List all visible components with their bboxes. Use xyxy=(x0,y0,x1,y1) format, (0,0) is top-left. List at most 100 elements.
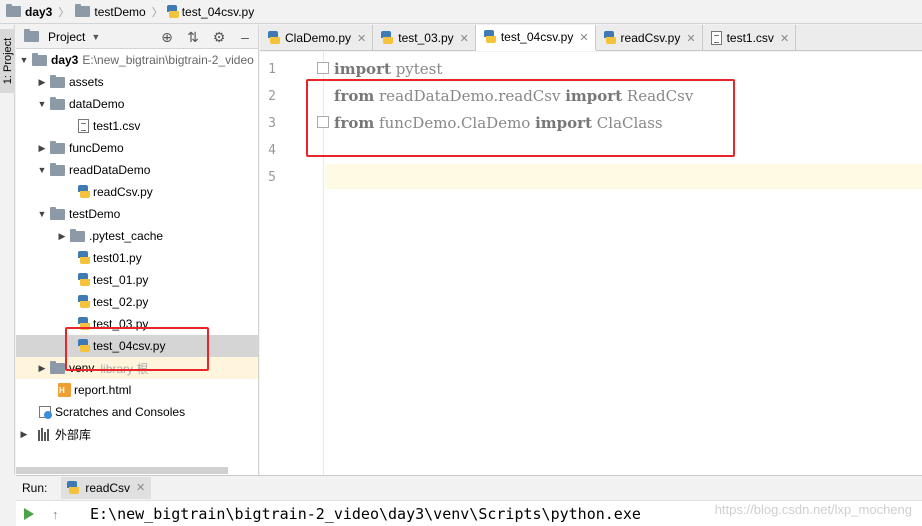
project-horizontal-scrollbar[interactable] xyxy=(16,465,258,475)
tree-item-label: 外部库 xyxy=(55,427,92,442)
project-tree: ▼ day3 E:\new_bigtrain\bigtrain-2_video … xyxy=(16,49,258,445)
chevron-right-icon[interactable]: ▶ xyxy=(56,231,68,242)
run-label: Run: xyxy=(22,480,48,495)
close-icon[interactable]: ✕ xyxy=(460,32,469,45)
python-file-icon xyxy=(78,295,90,309)
project-tool-tab[interactable]: 1: Project xyxy=(0,29,15,93)
chevron-down-icon[interactable]: ▼ xyxy=(36,99,48,109)
tree-item-venv[interactable]: ▶ venv library 根 xyxy=(16,357,258,379)
tree-item-datademo[interactable]: ▼ dataDemo xyxy=(16,93,258,115)
tree-item-label: Scratches and Consoles xyxy=(55,405,186,419)
code-editor[interactable]: 1 2 3 4 5 import pytest from readDataDem… xyxy=(260,52,922,475)
tree-item-label: report.html xyxy=(74,383,132,397)
breadcrumb-item-day3[interactable]: day3 xyxy=(4,0,56,24)
tab-label: test_03.py xyxy=(398,31,454,45)
gear-icon[interactable]: ⚙ xyxy=(206,29,232,46)
close-icon[interactable]: ✕ xyxy=(579,31,588,44)
tree-item-label: day3 xyxy=(51,53,79,67)
chevron-down-icon[interactable]: ▼ xyxy=(18,55,30,65)
chevron-right-icon[interactable]: ▶ xyxy=(36,363,48,374)
tab-label: test_04csv.py xyxy=(500,30,574,44)
close-icon[interactable]: ✕ xyxy=(780,32,789,45)
tree-item-test-01-py[interactable]: test_01.py xyxy=(16,269,258,291)
tree-item-pytest-cache[interactable]: ▶ .pytest_cache xyxy=(16,225,258,247)
rerun-icon[interactable] xyxy=(24,508,34,520)
tree-item-test-04csv-py[interactable]: test_04csv.py xyxy=(16,335,258,357)
tab-test-03[interactable]: test_03.py ✕ xyxy=(373,25,476,51)
chevron-right-icon[interactable]: ▶ xyxy=(36,143,48,154)
current-line-highlight xyxy=(325,164,922,189)
watermark-text: https://blog.csdn.net/lxp_mocheng xyxy=(714,502,912,517)
tree-item-label: test_03.py xyxy=(93,317,149,331)
chevron-down-icon[interactable]: ▼ xyxy=(91,32,100,42)
run-console[interactable]: ↑ E:\new_bigtrain\bigtrain-2_video\day3\… xyxy=(16,500,922,526)
chevron-right-icon[interactable]: ▶ xyxy=(18,429,30,440)
folder-icon xyxy=(70,228,85,242)
arrow-up-icon[interactable]: ↑ xyxy=(52,507,59,522)
line-number: 5 xyxy=(268,170,276,185)
scrollbar-thumb[interactable] xyxy=(16,467,228,474)
tree-item-readcsv-py[interactable]: readCsv.py xyxy=(16,181,258,203)
tool-window-strip: 1: Project xyxy=(0,25,15,475)
tree-item-test-02-py[interactable]: test_02.py xyxy=(16,291,258,313)
tree-item-report-html[interactable]: report.html xyxy=(16,379,258,401)
line-number: 2 xyxy=(268,89,276,104)
python-file-icon xyxy=(603,31,616,45)
tab-test-04csv[interactable]: test_04csv.py ✕ xyxy=(475,25,596,51)
tree-item-readdatademo[interactable]: ▼ readDataDemo xyxy=(16,159,258,181)
chevron-right-icon[interactable]: ▶ xyxy=(36,77,48,88)
tab-read-csv[interactable]: readCsv.py ✕ xyxy=(596,25,703,51)
python-file-icon xyxy=(78,273,90,287)
tree-item-scratches[interactable]: Scratches and Consoles xyxy=(16,401,258,423)
folder-icon xyxy=(50,162,65,176)
python-file-icon xyxy=(268,31,280,45)
locate-icon[interactable]: ⊕ xyxy=(154,29,180,46)
hide-icon[interactable]: – xyxy=(232,29,258,45)
html-file-icon xyxy=(58,383,71,397)
line-number: 3 xyxy=(268,116,276,131)
tree-item-label: assets xyxy=(69,75,104,89)
folder-icon xyxy=(75,4,91,17)
tree-item-funcdemo[interactable]: ▶ funcDemo xyxy=(16,137,258,159)
close-icon[interactable]: ✕ xyxy=(136,481,145,494)
close-icon[interactable]: ✕ xyxy=(357,32,366,45)
library-root-tag: library 根 xyxy=(100,361,149,376)
project-view-selector[interactable]: Project xyxy=(48,30,85,44)
folder-icon xyxy=(32,52,47,66)
code-line-1: import pytest xyxy=(334,60,442,78)
tree-item-assets[interactable]: ▶ assets xyxy=(16,71,258,93)
tree-item-label: readDataDemo xyxy=(69,163,151,177)
tree-item-testdemo[interactable]: ▼ testDemo xyxy=(16,203,258,225)
tree-item-external-libraries[interactable]: ▶ 外部库 xyxy=(16,423,258,445)
line-number: 1 xyxy=(268,62,276,77)
tree-item-label: test_01.py xyxy=(93,273,149,287)
collapse-icon[interactable]: ⇅ xyxy=(180,29,206,46)
tree-item-label: .pytest_cache xyxy=(89,229,164,243)
breadcrumb-label: testDemo xyxy=(94,4,146,19)
libraries-icon xyxy=(38,427,52,441)
chevron-down-icon[interactable]: ▼ xyxy=(36,209,48,219)
tree-item-test1-csv[interactable]: test1.csv xyxy=(16,115,258,137)
console-command-text: E:\new_bigtrain\bigtrain-2_video\day3\ve… xyxy=(90,505,641,523)
breadcrumb-label: day3 xyxy=(25,4,53,19)
line-number: 4 xyxy=(268,143,276,158)
folder-icon xyxy=(50,206,65,220)
tree-item-test01-py[interactable]: test01.py xyxy=(16,247,258,269)
tree-item-day3[interactable]: ▼ day3 E:\new_bigtrain\bigtrain-2_video xyxy=(16,49,258,71)
tree-item-label: dataDemo xyxy=(69,97,125,111)
tab-cla-demo[interactable]: ClaDemo.py ✕ xyxy=(260,25,374,51)
fold-marker-icon[interactable] xyxy=(317,116,329,128)
tree-item-test-03-py[interactable]: test_03.py xyxy=(16,313,258,335)
fold-marker-icon[interactable] xyxy=(317,62,329,74)
editor-tabs: ClaDemo.py ✕ test_03.py ✕ test_04csv.py … xyxy=(260,25,922,51)
tree-item-label: test01.py xyxy=(93,251,142,265)
breadcrumb-item-testdemo[interactable]: testDemo xyxy=(73,0,149,24)
run-tab-readcsv[interactable]: readCsv ✕ xyxy=(61,476,152,499)
folder-icon xyxy=(50,96,65,110)
line-number-gutter: 1 2 3 4 5 xyxy=(260,52,329,475)
breadcrumb-item-file[interactable]: test_04csv.py xyxy=(166,0,258,24)
tab-test1-csv[interactable]: test1.csv ✕ xyxy=(703,25,797,51)
python-file-icon xyxy=(78,339,90,353)
chevron-down-icon[interactable]: ▼ xyxy=(36,165,48,175)
close-icon[interactable]: ✕ xyxy=(686,32,695,45)
